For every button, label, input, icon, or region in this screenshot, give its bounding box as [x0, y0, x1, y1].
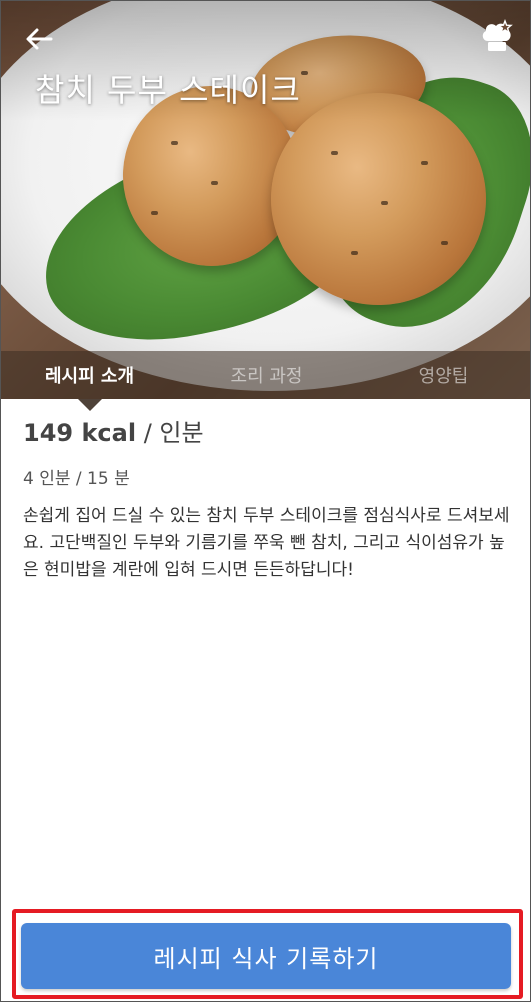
app-screen: 참치 두부 스테이크 레시피 소개 조리 과정 영양팁 149 kcal / 인…: [0, 0, 531, 1002]
food-speck: [381, 201, 388, 205]
recipe-hero-image: 참치 두부 스테이크: [1, 1, 530, 399]
food-speck: [211, 181, 218, 185]
steak-graphic: [271, 93, 486, 305]
record-meal-button[interactable]: 레시피 식사 기록하기: [21, 923, 511, 989]
recipe-description: 손쉽게 집어 드실 수 있는 참치 두부 스테이크를 점심식사로 드셔보세요. …: [23, 506, 510, 580]
recipe-title: 참치 두부 스테이크: [35, 71, 301, 109]
food-speck: [351, 251, 358, 255]
active-tab-indicator: [78, 399, 102, 411]
chef-hat-star-icon: [482, 19, 513, 51]
tab-recipe-intro[interactable]: 레시피 소개: [1, 351, 178, 399]
recipe-tab-bar: 레시피 소개 조리 과정 영양팁: [1, 351, 530, 399]
food-speck: [151, 211, 158, 215]
servings-time: 4 인분 / 15 분: [23, 469, 130, 489]
food-speck: [171, 141, 178, 145]
chef-button[interactable]: [477, 17, 517, 57]
food-speck: [421, 161, 428, 165]
back-button[interactable]: [19, 21, 59, 57]
recipe-intro-content: 149 kcal / 인분 4 인분 / 15 분 손쉽게 집어 드실 수 있는…: [23, 413, 513, 584]
arrow-left-icon: [26, 28, 53, 50]
calorie-info: 149 kcal / 인분: [23, 413, 513, 448]
food-speck: [441, 241, 448, 245]
calorie-value: 149 kcal: [23, 419, 137, 447]
tab-cooking-steps[interactable]: 조리 과정: [178, 351, 355, 399]
per-serving-label: / 인분: [136, 419, 204, 447]
tab-nutrition-tips[interactable]: 영양팁: [355, 351, 530, 399]
food-speck: [331, 151, 338, 155]
